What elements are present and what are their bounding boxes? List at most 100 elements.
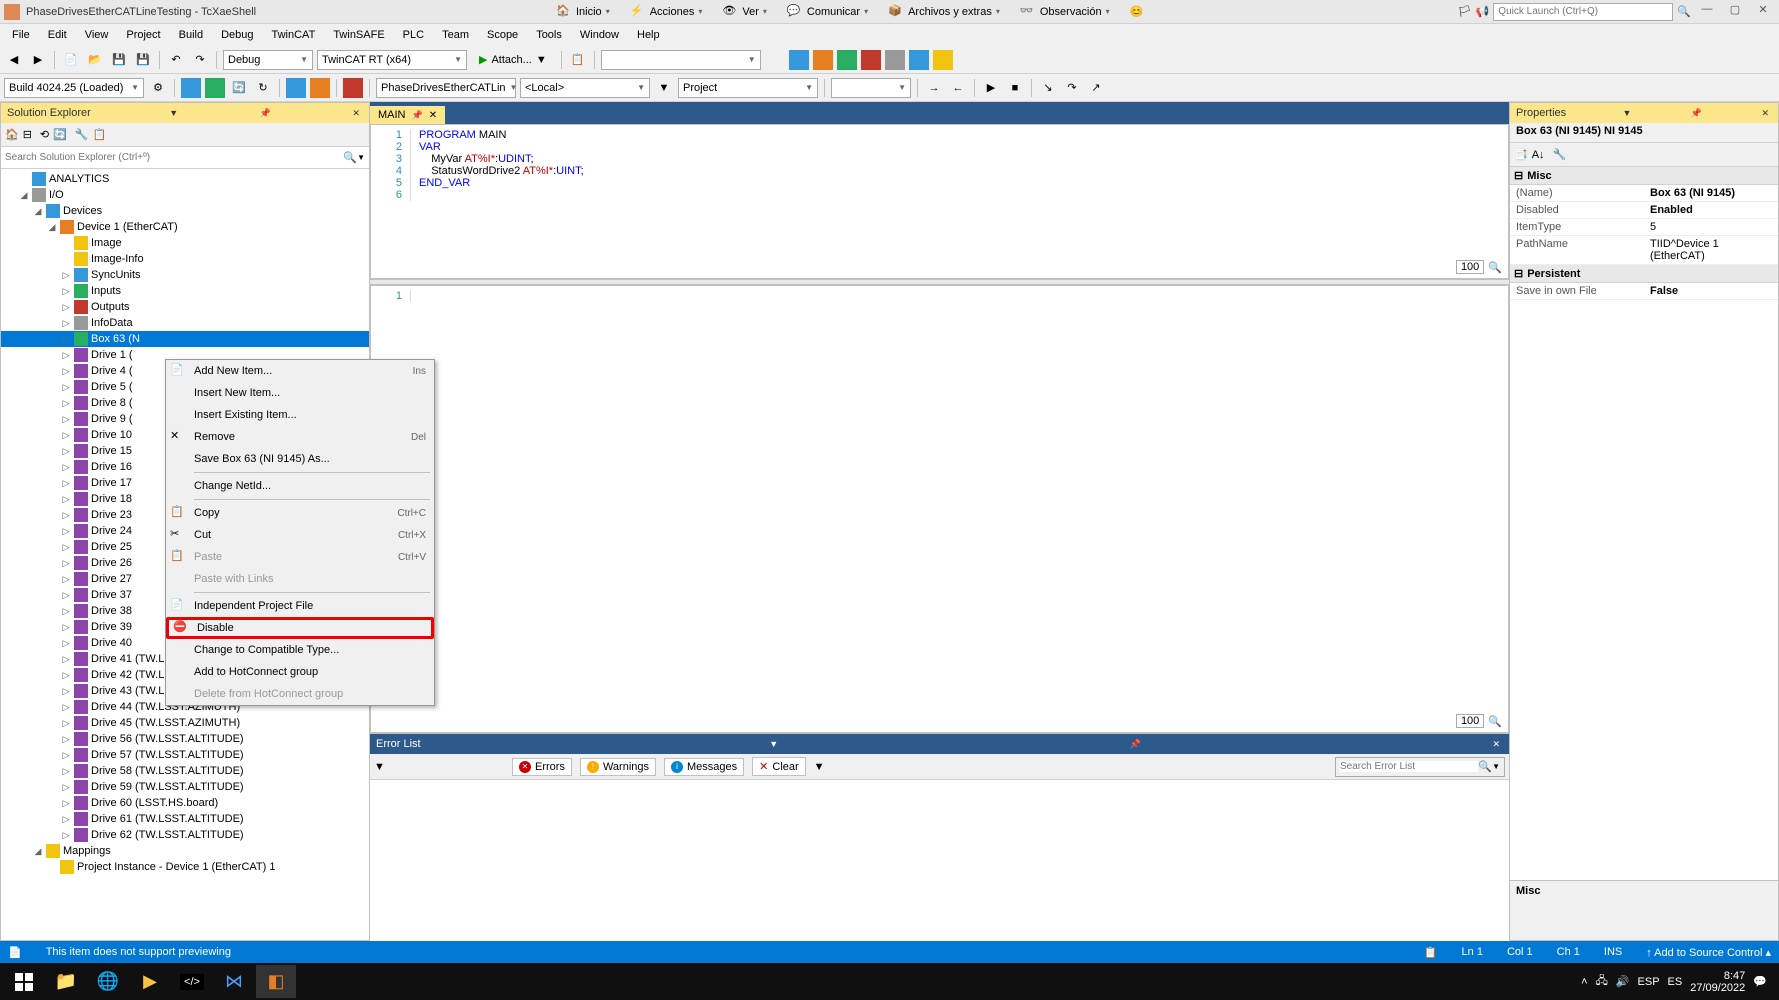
expand-icon[interactable]: ▷ [61, 782, 71, 793]
editor-declaration[interactable]: 1PROGRAM MAIN2VAR3 MyVar AT%I*:UDINT;4 S… [370, 124, 1509, 279]
expand-icon[interactable]: ▷ [61, 718, 71, 729]
pin-icon[interactable]: 📌 [1688, 108, 1705, 119]
code-line[interactable]: 6 [371, 189, 1508, 201]
tree-item[interactable]: Image [1, 235, 369, 251]
tree-item[interactable]: ▷Drive 62 (TW.LSST.ALTITUDE) [1, 827, 369, 843]
dropdown-icon[interactable]: ▼ [766, 739, 781, 749]
expand-icon[interactable]: ▷ [61, 654, 71, 665]
expand-icon[interactable]: ▷ [61, 286, 71, 297]
wrench-icon[interactable]: 🔧 [1553, 148, 1567, 161]
flag-icon[interactable]: 🏳 [1458, 5, 1472, 18]
expand-icon[interactable]: ▷ [61, 510, 71, 521]
expand-icon[interactable]: ▷ [61, 574, 71, 585]
pin-icon[interactable]: 📌 [257, 108, 274, 119]
chrome-icon[interactable]: 🌐 [88, 965, 128, 998]
tb-icon-1[interactable]: 📋 [568, 50, 588, 70]
code-line[interactable]: 1PROGRAM MAIN [371, 129, 1508, 141]
tree-item[interactable]: ▷Inputs [1, 283, 369, 299]
tree-item[interactable]: ◢Devices [1, 203, 369, 219]
expand-icon[interactable]: ◢ [47, 222, 57, 233]
warnings-button[interactable]: !Warnings [580, 758, 656, 776]
tb2-icon-1[interactable]: ⚙ [148, 78, 168, 98]
tree-item[interactable]: ▷InfoData [1, 315, 369, 331]
tb2-icon-9[interactable]: ▼ [654, 78, 674, 98]
expand-icon[interactable]: ▷ [61, 414, 71, 425]
logout-button[interactable]: ← [948, 78, 968, 98]
app-icon-1[interactable]: ▶ [130, 965, 170, 998]
tree-item[interactable]: ▷Drive 58 (TW.LSST.ALTITUDE) [1, 763, 369, 779]
context-menu[interactable]: 📄Add New Item...InsInsert New Item...Ins… [165, 359, 435, 706]
context-menu-item[interactable]: Change NetId... [166, 475, 434, 497]
property-row[interactable]: (Name)Box 63 (NI 9145) [1510, 185, 1778, 202]
undo-button[interactable]: ↶ [166, 50, 186, 70]
restore-button[interactable]: ▢ [1723, 3, 1747, 21]
step-over-button[interactable]: ↷ [1062, 78, 1082, 98]
error-search-input[interactable] [1340, 761, 1478, 772]
search-dropdown-icon[interactable]: ▼ [1492, 762, 1500, 771]
clock[interactable]: 8:47 27/09/2022 [1690, 970, 1745, 994]
tb-icon-d[interactable] [861, 50, 881, 70]
expand-icon[interactable]: ◢ [19, 190, 29, 201]
notif-icon[interactable]: 📢 [1476, 5, 1490, 18]
network-icon[interactable]: 🖧 [1596, 972, 1608, 991]
expand-icon[interactable]: ▷ [61, 606, 71, 617]
expand-icon[interactable]: ▷ [61, 334, 71, 345]
tb2-icon-8[interactable] [343, 78, 363, 98]
error-filter-combo[interactable]: ▼ [374, 761, 504, 773]
open-button[interactable]: 📂 [85, 50, 105, 70]
config-combo[interactable]: Debug▼ [223, 50, 313, 70]
tb2-icon-6[interactable] [286, 78, 306, 98]
refresh-icon[interactable]: 🔄 [53, 128, 67, 141]
zoom-value[interactable]: 100 [1456, 260, 1484, 274]
property-row[interactable]: Save in own FileFalse [1510, 283, 1778, 300]
expand-icon[interactable]: ▷ [61, 590, 71, 601]
tb-icon-c[interactable] [837, 50, 857, 70]
step-into-button[interactable]: ↘ [1038, 78, 1058, 98]
tree-item[interactable]: Image-Info [1, 251, 369, 267]
start-plc-button[interactable]: ▶ [981, 78, 1001, 98]
dropdown-icon[interactable]: ▼ [1620, 108, 1635, 118]
tree-item[interactable]: ▷Drive 60 (LSST.HS.board) [1, 795, 369, 811]
search-icon[interactable]: 🔍 [343, 151, 357, 164]
build-combo[interactable]: Build 4024.25 (Loaded)▼ [4, 78, 144, 98]
tree-item[interactable]: ▷Box 63 (N [1, 331, 369, 347]
code-line[interactable]: 3 MyVar AT%I*:UDINT; [371, 153, 1508, 165]
wrench-icon[interactable]: 🔧 [75, 128, 89, 141]
property-value[interactable]: Enabled [1644, 202, 1778, 218]
title-action[interactable]: 📦Archivos y extras▾ [882, 2, 1006, 22]
platform-combo[interactable]: TwinCAT RT (x64)▼ [317, 50, 467, 70]
editor-tab-main[interactable]: MAIN 📌 ✕ [370, 106, 445, 124]
expand-icon[interactable]: ▷ [61, 366, 71, 377]
tb2-icon-2[interactable] [181, 78, 201, 98]
save-all-button[interactable]: 💾 [133, 50, 153, 70]
tree-item[interactable]: ▷Drive 45 (TW.LSST.AZIMUTH) [1, 715, 369, 731]
tree-item[interactable]: ◢I/O [1, 187, 369, 203]
tb-icon-a[interactable] [789, 50, 809, 70]
save-button[interactable]: 💾 [109, 50, 129, 70]
menu-twinsafe[interactable]: TwinSAFE [325, 27, 392, 43]
tray-up-icon[interactable]: ˄ [1581, 976, 1587, 988]
expand-icon[interactable]: ▷ [61, 766, 71, 777]
menu-twincat[interactable]: TwinCAT [264, 27, 324, 43]
context-menu-item[interactable]: 📄Add New Item...Ins [166, 360, 434, 382]
search-icon[interactable]: 🔍 [1478, 760, 1492, 773]
expand-icon[interactable]: ▷ [61, 638, 71, 649]
menu-debug[interactable]: Debug [213, 27, 261, 43]
tb2-icon-3[interactable] [205, 78, 225, 98]
redo-button[interactable]: ↷ [190, 50, 210, 70]
title-action[interactable]: 💬Comunicar▾ [781, 2, 874, 22]
context-menu-item[interactable]: Save Box 63 (NI 9145) As... [166, 448, 434, 470]
expand-icon[interactable]: ▷ [61, 478, 71, 489]
expand-icon[interactable]: ▷ [61, 686, 71, 697]
context-menu-item[interactable]: Insert New Item... [166, 382, 434, 404]
expand-icon[interactable]: ▷ [61, 350, 71, 361]
tree-item[interactable]: ▷Drive 56 (TW.LSST.ALTITUDE) [1, 731, 369, 747]
tree-item[interactable]: ▷Outputs [1, 299, 369, 315]
tb-icon-b[interactable] [813, 50, 833, 70]
context-menu-item[interactable]: ⛔Disable [166, 617, 434, 639]
tb2-combo-x[interactable]: ▼ [831, 78, 911, 98]
stop-plc-button[interactable]: ■ [1005, 78, 1025, 98]
code-line[interactable]: 2VAR [371, 141, 1508, 153]
property-category[interactable]: ⊟Misc [1510, 167, 1778, 185]
categorize-icon[interactable]: 📑 [1514, 148, 1528, 161]
